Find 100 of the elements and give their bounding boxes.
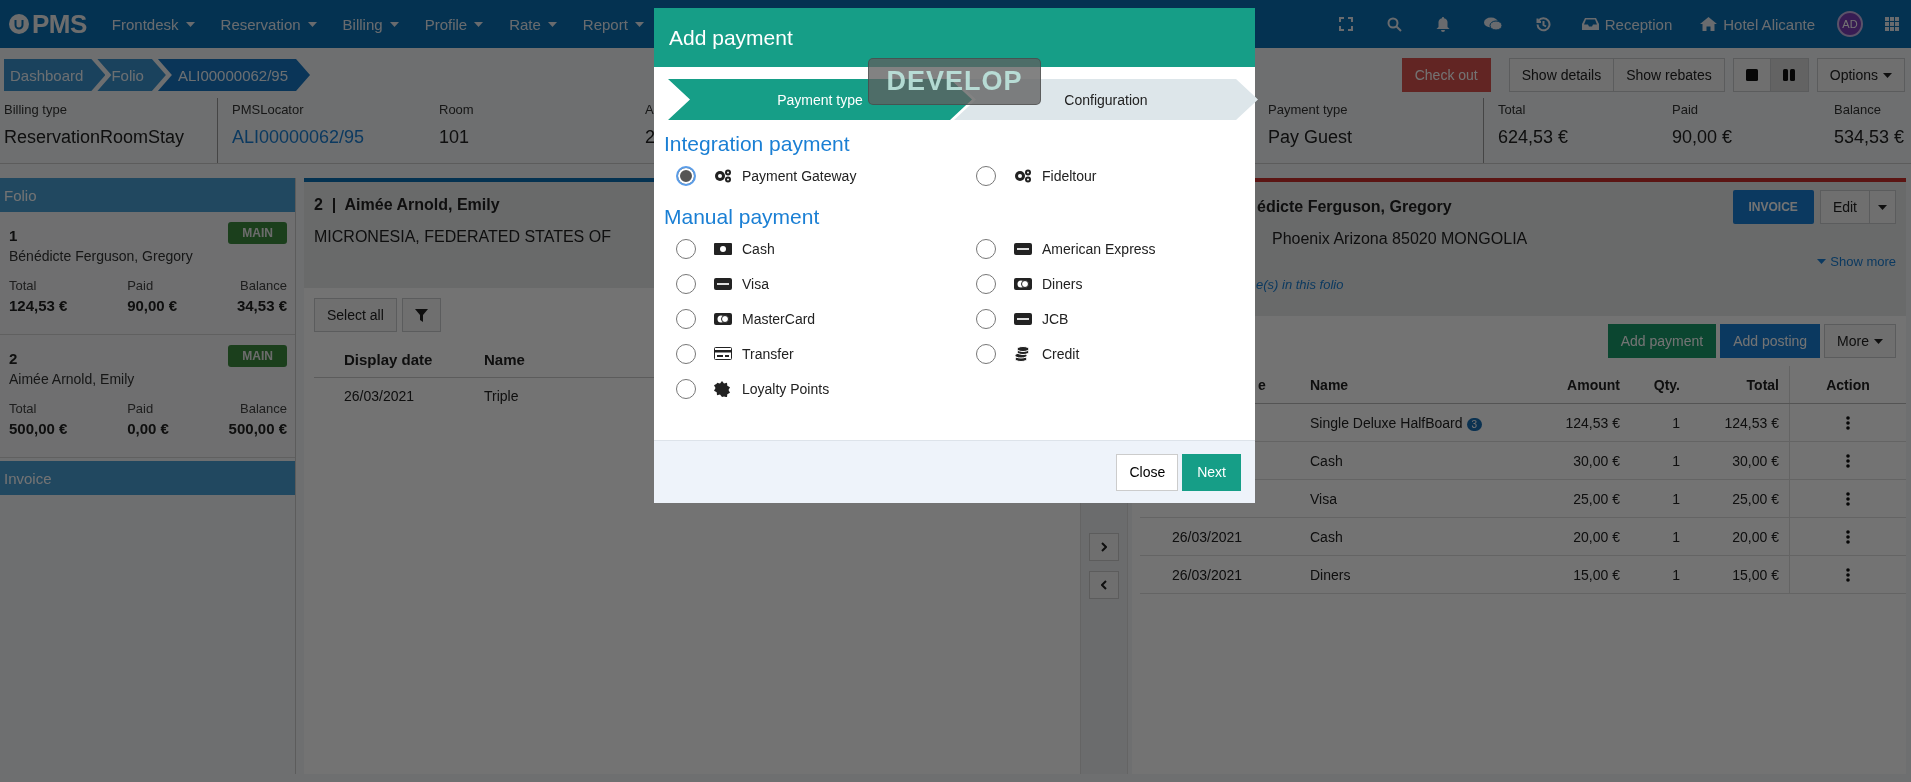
- table-cell-text: 20,00 €: [1572, 528, 1621, 545]
- filter-button[interactable]: [401, 298, 441, 332]
- card-icon: [1014, 242, 1032, 255]
- radio-button[interactable]: [976, 165, 996, 186]
- column-header: Action: [1825, 376, 1871, 393]
- caret-icon: [1878, 204, 1887, 210]
- invoice-button[interactable]: INVOICE: [1732, 190, 1814, 224]
- field-value: 624,53 €: [1498, 127, 1570, 148]
- table-cell: 26/03/2021: [1172, 566, 1243, 583]
- total-value: 0,00 €: [127, 420, 169, 437]
- coins-icon: [1014, 345, 1030, 362]
- breadcrumb-item[interactable]: Dashboard: [4, 59, 106, 91]
- guest-address: Phoenix Arizona 85020 MONGOLIA: [1271, 230, 1529, 248]
- move-left-button[interactable]: [1089, 571, 1119, 599]
- kebab-icon[interactable]: [1846, 567, 1850, 582]
- menu-item[interactable]: Reservation: [207, 0, 330, 48]
- menu-item[interactable]: Report: [569, 0, 657, 48]
- total-label: Balance: [240, 401, 287, 416]
- table-cell: Diners: [1310, 566, 1351, 583]
- kebab-icon[interactable]: [1846, 491, 1850, 506]
- table-cell-text: 30,00 €: [1572, 452, 1621, 469]
- total-value: 500,00 €: [228, 420, 287, 437]
- folio-title: 2 | Aimée Arnold, Emily: [314, 196, 501, 214]
- table-cell-text: 1: [1671, 528, 1681, 545]
- dialog-title: Add payment: [654, 8, 1255, 67]
- radio-button[interactable]: [676, 308, 696, 329]
- radio-button[interactable]: [676, 238, 696, 259]
- breadcrumb-item[interactable]: ALI00000062/95: [157, 59, 310, 91]
- status-badge: MAIN: [228, 345, 287, 367]
- radio-button[interactable]: [676, 378, 696, 399]
- toggle-button[interactable]: Show rebates: [1614, 58, 1725, 92]
- logo-text: PMS: [32, 8, 87, 40]
- guest-name: Aimée Arnold, Emily: [9, 371, 136, 387]
- field-label: Total: [1498, 102, 1527, 117]
- caret-icon: [307, 21, 317, 27]
- caret-icon: [185, 21, 195, 27]
- locator-link[interactable]: ALI00000062/95: [232, 127, 435, 148]
- kebab-icon[interactable]: [1846, 415, 1850, 430]
- menu-item[interactable]: Frontdesk: [98, 0, 208, 48]
- expand-icon: [1338, 17, 1353, 31]
- field-label: Payment type: [1268, 102, 1349, 117]
- view-button[interactable]: [1770, 58, 1809, 92]
- radio-button[interactable]: [976, 238, 996, 259]
- option-label: JCB: [1042, 310, 1069, 327]
- menu-item[interactable]: Rate: [496, 0, 570, 48]
- kebab-icon[interactable]: [1846, 453, 1850, 468]
- table-cell: 30,00 €: [1732, 452, 1779, 469]
- field-label: Room: [439, 102, 475, 117]
- add-posting-button[interactable]: Add posting: [1720, 324, 1821, 358]
- dropdown-button[interactable]: [1870, 190, 1896, 224]
- folio-number: 2: [9, 349, 18, 367]
- card-icon: [1014, 277, 1032, 290]
- table-cell: 26/03/2021: [1172, 528, 1243, 545]
- column-header: Display date: [344, 351, 433, 368]
- card-icon: [714, 312, 732, 325]
- folio-number: 1: [9, 226, 18, 244]
- table-cell: 15,00 €: [1732, 566, 1779, 583]
- radio-button[interactable]: [976, 308, 996, 329]
- radio-button[interactable]: [676, 343, 696, 364]
- more-button[interactable]: More: [1824, 324, 1896, 358]
- show-more-link[interactable]: Show more: [1817, 254, 1896, 269]
- total-label: Total: [9, 278, 38, 293]
- check-out-button[interactable]: Check out: [1401, 58, 1491, 92]
- caret-icon: [547, 21, 557, 27]
- radio-button[interactable]: [676, 165, 696, 186]
- table-cell-text: 1: [1671, 452, 1681, 469]
- radio-button[interactable]: [676, 273, 696, 294]
- option-label: American Express: [1042, 240, 1156, 257]
- folio-title: édicte Ferguson, Gregory: [1256, 198, 1452, 216]
- caret-icon: [1817, 259, 1827, 264]
- field-value: Pay Guest: [1268, 127, 1354, 148]
- status-badge: MAIN: [228, 222, 287, 244]
- user-avatar[interactable]: AD: [1837, 11, 1863, 37]
- field-label: PMSLocator: [232, 102, 305, 117]
- breadcrumb-item[interactable]: Folio: [97, 59, 166, 91]
- chevron-left-icon: [1101, 580, 1107, 590]
- select-all-button[interactable]: Select all: [314, 298, 397, 332]
- radio-button[interactable]: [976, 273, 996, 294]
- column-header: Name: [1309, 376, 1350, 393]
- option-label: Fideltour: [1042, 167, 1097, 184]
- menu-item[interactable]: Profile: [411, 0, 497, 48]
- total-value: 500,00 €: [9, 420, 68, 437]
- move-right-button[interactable]: [1089, 533, 1119, 561]
- edit-button[interactable]: Edit: [1819, 190, 1870, 224]
- hotel-button[interactable]: Hotel Alicante: [1686, 0, 1829, 48]
- view-button[interactable]: [1732, 58, 1771, 92]
- add-payment-button[interactable]: Add payment: [1607, 324, 1717, 358]
- total-label: Balance: [240, 278, 287, 293]
- kebab-icon[interactable]: [1846, 529, 1850, 544]
- table-cell: Triple: [484, 388, 519, 404]
- toggle-button[interactable]: Show details: [1508, 58, 1615, 92]
- next-button[interactable]: Next: [1182, 453, 1241, 491]
- reception-button[interactable]: Reception: [1567, 0, 1687, 48]
- caret-icon: [474, 21, 484, 27]
- section-header: Invoice: [0, 461, 295, 495]
- radio-button[interactable]: [976, 343, 996, 364]
- options-button[interactable]: Options: [1816, 58, 1905, 92]
- close-button[interactable]: Close: [1116, 453, 1179, 491]
- search-icon: [1386, 16, 1402, 32]
- menu-item[interactable]: Billing: [329, 0, 412, 48]
